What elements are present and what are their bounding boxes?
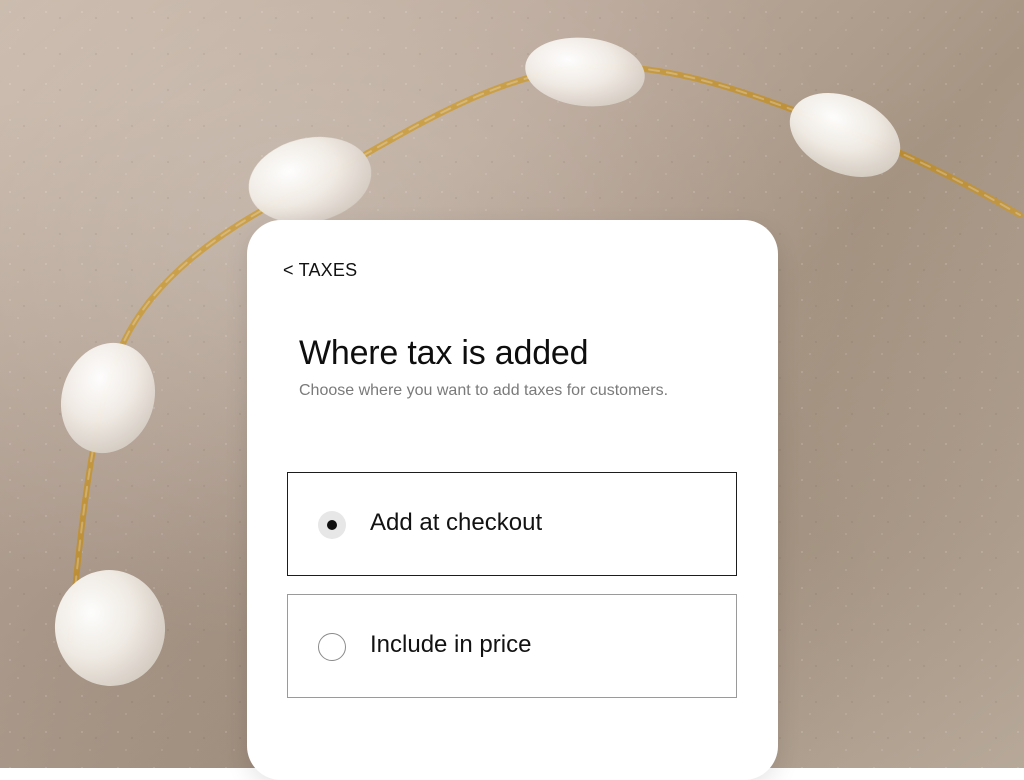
back-to-taxes-link[interactable]: < TAXES [283,260,357,281]
option-add-at-checkout[interactable]: Add at checkout [287,472,737,576]
option-label: Include in price [370,631,532,658]
option-include-in-price[interactable]: Include in price [287,594,737,698]
radio-dot-icon [327,520,337,530]
option-label: Add at checkout [370,509,543,536]
page-title: Where tax is added [299,334,589,372]
radio-selected-icon[interactable] [318,511,346,539]
radio-unselected-icon[interactable] [318,633,346,661]
page-subtitle: Choose where you want to add taxes for c… [299,382,669,399]
